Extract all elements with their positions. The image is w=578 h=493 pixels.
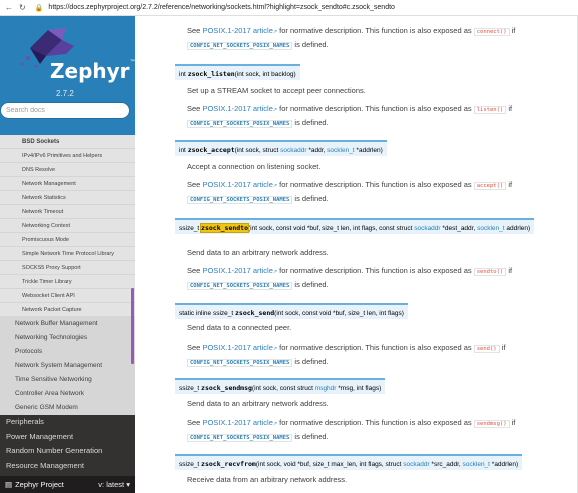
sidebar-scrollbar[interactable] <box>131 288 134 364</box>
function-name[interactable]: zsock_sendmsg <box>201 384 252 392</box>
sidebar-item[interactable]: Controller Area Network <box>0 387 135 401</box>
description-line: CONFIG_NET_SOCKETS_POSIX_NAMES is define… <box>187 432 329 442</box>
sidebar-subitem[interactable]: Network Statistics <box>0 191 135 205</box>
sidebar-item[interactable]: Time Sensitive Networking <box>0 373 135 387</box>
sidebar: Zephyr™ 2.7.2 BSD Sockets IPv4/IPv6 Prim… <box>0 16 135 493</box>
sidebar-subitem[interactable]: Trickle Timer Library <box>0 275 135 289</box>
type-link[interactable]: socklen_t <box>477 225 504 232</box>
alias-code: listen() <box>473 106 507 114</box>
function-signature: ssize_t zsock_sendto(int sock, const voi… <box>175 218 535 234</box>
posix-link[interactable]: POSIX.1-2017 article <box>202 266 272 275</box>
sidebar-section[interactable]: Resource Management <box>0 459 135 474</box>
sidebar-subitem[interactable]: Websocket Client API <box>0 289 135 303</box>
sidebar-subitem[interactable]: Networking Context <box>0 219 135 233</box>
function-summary: Send data to an arbitrary network addres… <box>187 399 329 408</box>
alias-code: send() <box>473 345 500 353</box>
posix-link[interactable]: POSIX.1-2017 article <box>202 418 272 427</box>
function-name[interactable]: zsock_accept <box>188 146 235 154</box>
sidebar-subitem[interactable]: IPv4/IPv6 Primitives and Helpers <box>0 149 135 163</box>
function-name[interactable]: zsock_send <box>235 309 274 317</box>
alias-code: connect() <box>473 28 510 36</box>
config-link[interactable]: CONFIG_NET_SOCKETS_POSIX_NAMES <box>187 42 293 50</box>
sidebar-item[interactable]: Network Buffer Management <box>0 317 135 331</box>
type-link[interactable]: sockaddr <box>280 147 306 154</box>
sidebar-item[interactable]: Networking Technologies <box>0 331 135 345</box>
browser-address-bar: ← ↻ 🔒 https://docs.zephyrproject.org/2.7… <box>0 0 578 16</box>
search-input[interactable] <box>6 107 126 114</box>
function-signature: ssize_t zsock_sendmsg(int sock, const st… <box>175 378 386 394</box>
sidebar-item[interactable]: Protocols <box>0 345 135 359</box>
sidebar-section[interactable]: Peripherals <box>0 415 135 430</box>
config-link[interactable]: CONFIG_NET_SOCKETS_POSIX_NAMES <box>187 282 293 290</box>
sidebar-subitem[interactable]: Network Management <box>0 177 135 191</box>
alias-code: sendto() <box>473 268 507 276</box>
config-link[interactable]: CONFIG_NET_SOCKETS_POSIX_NAMES <box>187 120 293 128</box>
function-name[interactable]: zsock_listen <box>188 70 235 78</box>
description-line: See POSIX.1-2017 article↗ for normative … <box>187 343 506 353</box>
sidebar-subitem[interactable]: DNS Resolve <box>0 163 135 177</box>
sidebar-section[interactable]: Random Number Generation <box>0 444 135 459</box>
config-link[interactable]: CONFIG_NET_SOCKETS_POSIX_NAMES <box>187 196 293 204</box>
type-link[interactable]: sockaddr <box>414 225 440 232</box>
description-line: CONFIG_NET_SOCKETS_POSIX_NAMES is define… <box>187 357 329 367</box>
description-line: CONFIG_NET_SOCKETS_POSIX_NAMES is define… <box>187 194 329 204</box>
brand-name[interactable]: Zephyr™ <box>50 59 135 83</box>
function-signature: int zsock_accept(int sock, struct sockad… <box>175 140 387 156</box>
sidebar-item[interactable]: Generic GSM Modem <box>0 401 135 415</box>
search-box[interactable] <box>0 102 130 119</box>
function-signature: ssize_t zsock_recvfrom(int sock, void *b… <box>175 454 523 470</box>
type-link[interactable]: socklen_t <box>327 147 354 154</box>
description-line: See POSIX.1-2017 article↗ for normative … <box>187 266 513 276</box>
sidebar-subitem[interactable]: BSD Sockets <box>0 135 135 149</box>
main-content: See POSIX.1-2017 article↗ for normative … <box>135 16 578 493</box>
sidebar-subitem[interactable]: Simple Network Time Protocol Library <box>0 247 135 261</box>
posix-link[interactable]: POSIX.1-2017 article <box>202 26 272 35</box>
description-line: See POSIX.1-2017 article↗ for normative … <box>187 26 516 36</box>
sidebar-item[interactable]: Network System Management <box>0 359 135 373</box>
refresh-icon[interactable]: ↻ <box>19 3 26 12</box>
sidebar-subitem[interactable]: Network Timeout <box>0 205 135 219</box>
sidebar-header: Zephyr™ 2.7.2 <box>0 16 135 135</box>
sidebar-subitem[interactable]: Network Packet Capture <box>0 303 135 317</box>
function-name-highlighted[interactable]: zsock_sendto <box>200 223 250 233</box>
sidebar-menu: BSD Sockets IPv4/IPv6 Primitives and Hel… <box>0 135 135 473</box>
posix-link[interactable]: POSIX.1-2017 article <box>202 343 272 352</box>
sidebar-section[interactable]: Power Management <box>0 430 135 445</box>
description-line: See POSIX.1-2017 article↗ for normative … <box>187 418 516 428</box>
function-summary: Send data to an arbitrary network addres… <box>187 248 329 257</box>
version-switcher[interactable]: ▤ Zephyr Project v: latest ▾ <box>0 476 135 493</box>
config-link[interactable]: CONFIG_NET_SOCKETS_POSIX_NAMES <box>187 434 293 442</box>
browser-nav: ← ↻ <box>0 3 26 12</box>
posix-link[interactable]: POSIX.1-2017 article <box>202 180 272 189</box>
description-line: See POSIX.1-2017 article↗ for normative … <box>187 180 513 190</box>
url-field[interactable]: https://docs.zephyrproject.org/2.7.2/ref… <box>48 4 395 11</box>
alias-code: sendmsg() <box>473 420 510 428</box>
description-line: CONFIG_NET_SOCKETS_POSIX_NAMES is define… <box>187 40 329 50</box>
description-line: CONFIG_NET_SOCKETS_POSIX_NAMES is define… <box>187 280 329 290</box>
book-icon: ▤ <box>5 480 13 489</box>
description-line: CONFIG_NET_SOCKETS_POSIX_NAMES is define… <box>187 118 329 128</box>
doc-version: 2.7.2 <box>56 89 74 98</box>
function-summary: Send data to a connected peer. <box>187 323 292 332</box>
type-link[interactable]: sockaddr <box>403 461 429 468</box>
footer-version[interactable]: v: latest ▾ <box>98 480 130 489</box>
function-summary: Accept a connection on listening socket. <box>187 162 321 171</box>
config-link[interactable]: CONFIG_NET_SOCKETS_POSIX_NAMES <box>187 359 293 367</box>
posix-link[interactable]: POSIX.1-2017 article <box>202 104 272 113</box>
type-link[interactable]: socklen_t <box>463 461 490 468</box>
function-summary: Set up a STREAM socket to accept peer co… <box>187 86 366 95</box>
description-line: See POSIX.1-2017 article↗ for normative … <box>187 104 513 114</box>
footer-project: ▤ Zephyr Project <box>5 480 64 489</box>
function-summary: Receive data from an arbitrary network a… <box>187 475 348 484</box>
type-link[interactable]: msghdr <box>315 385 337 392</box>
alias-code: accept() <box>473 182 507 190</box>
back-icon[interactable]: ← <box>5 3 13 12</box>
sidebar-subitem[interactable]: SOCKS5 Proxy Support <box>0 261 135 275</box>
lock-icon[interactable]: 🔒 <box>35 4 44 12</box>
function-signature: int zsock_listen(int sock, int backlog) <box>175 64 300 80</box>
sidebar-subitem[interactable]: Promiscuous Mode <box>0 233 135 247</box>
function-signature: static inline ssize_t zsock_send(int soc… <box>175 303 408 319</box>
function-name[interactable]: zsock_recvfrom <box>201 460 256 468</box>
